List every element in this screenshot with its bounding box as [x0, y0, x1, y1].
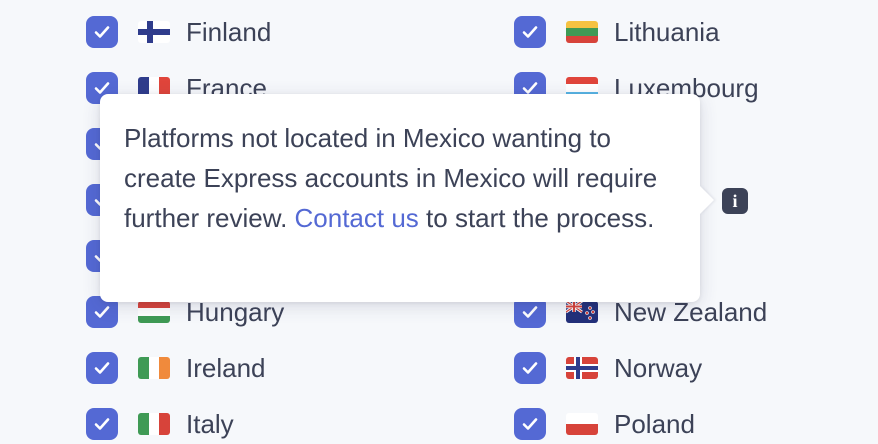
flag-hungary-icon	[138, 301, 170, 323]
country-row-lithuania[interactable]: Lithuania	[514, 12, 720, 52]
tooltip-arrow	[700, 186, 714, 214]
mexico-info-tooltip: Platforms not located in Mexico wanting …	[100, 94, 714, 302]
country-label: Norway	[614, 352, 703, 383]
checkmark-icon	[522, 26, 538, 38]
info-icon[interactable]: i	[722, 188, 748, 214]
checkbox-checked[interactable]	[514, 16, 546, 48]
info-icon-glyph: i	[732, 190, 738, 211]
country-label: Lithuania	[614, 16, 720, 47]
country-row-poland[interactable]: Poland	[514, 404, 695, 444]
flag-lithuania-icon	[566, 21, 598, 43]
checkbox-checked[interactable]	[86, 16, 118, 48]
contact-us-link[interactable]: Contact us	[295, 203, 419, 233]
tooltip-message: Platforms not located in Mexico wanting …	[124, 118, 684, 238]
flag-italy-icon	[138, 413, 170, 435]
flag-ireland-icon	[138, 357, 170, 379]
tooltip-text-after: to start the process.	[418, 203, 655, 233]
checkbox-checked[interactable]	[86, 352, 118, 384]
country-row-finland[interactable]: Finland	[86, 12, 271, 52]
checkmark-icon	[94, 26, 110, 38]
checkbox-checked[interactable]	[514, 352, 546, 384]
country-label: Ireland	[186, 352, 266, 383]
checkmark-icon	[522, 362, 538, 374]
checkmark-icon	[522, 306, 538, 318]
country-row-norway[interactable]: Norway	[514, 348, 702, 388]
flag-poland-icon	[566, 413, 598, 435]
flag-norway-icon	[566, 357, 598, 379]
country-label: Finland	[186, 16, 272, 47]
country-row-ireland[interactable]: Ireland	[86, 348, 266, 388]
checkbox-checked[interactable]	[86, 408, 118, 440]
checkmark-icon	[94, 362, 110, 374]
checkmark-icon	[94, 306, 110, 318]
checkmark-icon	[522, 418, 538, 430]
country-row-italy[interactable]: Italy	[86, 404, 234, 444]
checkmark-icon	[94, 418, 110, 430]
country-label: Italy	[186, 408, 234, 439]
country-label: Poland	[614, 408, 695, 439]
flag-new-zealand-icon	[566, 301, 598, 323]
checkbox-checked[interactable]	[514, 408, 546, 440]
flag-finland-icon	[138, 21, 170, 43]
